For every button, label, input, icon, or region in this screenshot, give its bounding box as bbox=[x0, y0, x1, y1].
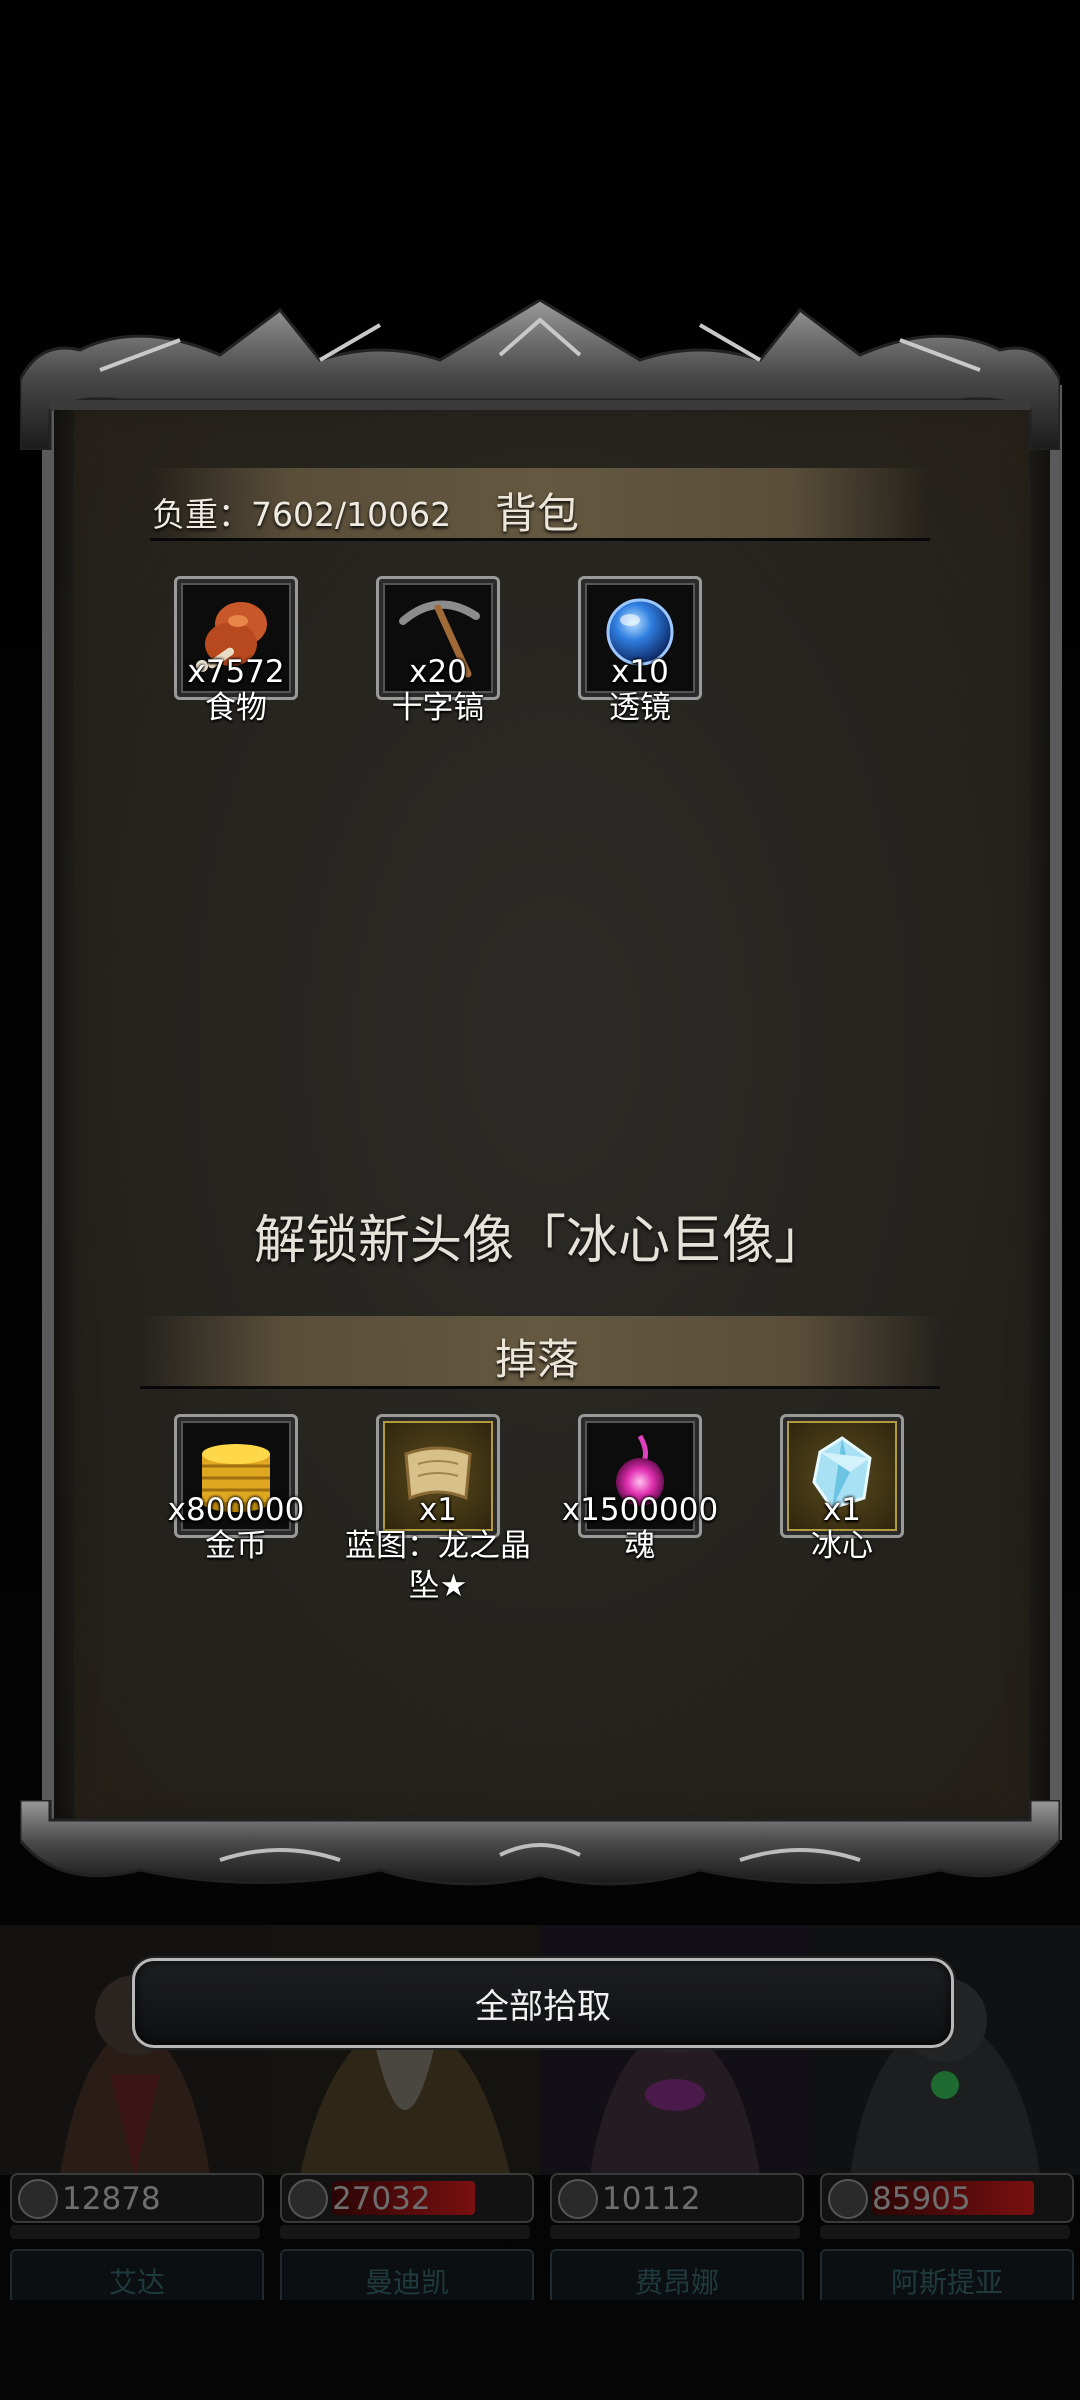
hero-name-bar: 艾达 bbox=[10, 2249, 264, 2307]
hero-hp-value: 10112 bbox=[602, 2181, 701, 2217]
hp-icon bbox=[18, 2179, 58, 2219]
hp-icon bbox=[288, 2179, 328, 2219]
hero-sub-bar bbox=[280, 2225, 530, 2239]
hero-name: 阿斯提亚 bbox=[890, 2266, 1003, 2299]
item-name: 冰心 bbox=[811, 1528, 873, 1564]
unlock-avatar-message: 解锁新头像「冰心巨像」 bbox=[253, 1211, 826, 1271]
pickup-all-button[interactable]: 全部拾取 bbox=[132, 1958, 954, 2048]
hero-sub-bar bbox=[10, 2225, 260, 2239]
backpack-title: 背包 bbox=[495, 489, 580, 538]
hero-hp-bar: 27032 bbox=[280, 2173, 534, 2223]
hero-sub-bar bbox=[550, 2225, 800, 2239]
hp-icon bbox=[828, 2179, 868, 2219]
hero-name: 艾达 bbox=[108, 2266, 165, 2299]
drop-item-ice-heart[interactable]: x1 冰心 bbox=[780, 1414, 904, 1564]
hero-name-bar: 阿斯提亚 bbox=[820, 2249, 1074, 2307]
pickup-all-label: 全部拾取 bbox=[475, 1987, 611, 2027]
backpack-item-pickaxe[interactable]: x20 十字镐 bbox=[376, 576, 500, 726]
ornate-frame-top bbox=[20, 300, 1060, 450]
game-screen: 负重：7602/10062 背包 x7572 食物 x20 十字镐 x10 透镜… bbox=[0, 0, 1080, 2400]
item-name: 透镜 bbox=[609, 690, 671, 726]
ornate-frame-bottom bbox=[20, 1800, 1060, 1886]
hero-hp-bar: 10112 bbox=[550, 2173, 804, 2223]
hero-hp-value: 27032 bbox=[332, 2181, 431, 2217]
drop-item-soul[interactable]: x1500000 魂 bbox=[562, 1414, 718, 1564]
hero-hp-bar: 12878 bbox=[10, 2173, 264, 2223]
backpack-item-lens[interactable]: x10 透镜 bbox=[578, 576, 702, 726]
hero-name: 曼迪凯 bbox=[364, 2266, 449, 2299]
hero-hp-value: 12878 bbox=[62, 2181, 161, 2217]
hero-name-bar: 曼迪凯 bbox=[280, 2249, 534, 2307]
hero-name: 费昂娜 bbox=[634, 2266, 719, 2299]
bottom-shade bbox=[0, 2300, 1080, 2400]
item-count: x10 bbox=[611, 654, 669, 690]
hero-name-bar: 费昂娜 bbox=[550, 2249, 804, 2307]
item-name: 蓝图：龙之晶坠★ bbox=[345, 1528, 531, 1604]
drops-title: 掉落 bbox=[495, 1335, 580, 1384]
item-count: x1 bbox=[822, 1492, 862, 1528]
drop-item-gold[interactable]: x800000 金币 bbox=[168, 1414, 304, 1564]
backpack-item-food[interactable]: x7572 食物 bbox=[174, 576, 298, 726]
item-name: 金币 bbox=[205, 1528, 267, 1564]
weight-label: 负重：7602/10062 bbox=[152, 495, 452, 534]
hero-sub-bar bbox=[820, 2225, 1070, 2239]
hero-hp-bar: 85905 bbox=[820, 2173, 1074, 2223]
hp-icon bbox=[558, 2179, 598, 2219]
hero-hp-value: 85905 bbox=[872, 2181, 971, 2217]
drop-item-blueprint[interactable]: x1 蓝图：龙之晶坠★ bbox=[345, 1414, 531, 1604]
